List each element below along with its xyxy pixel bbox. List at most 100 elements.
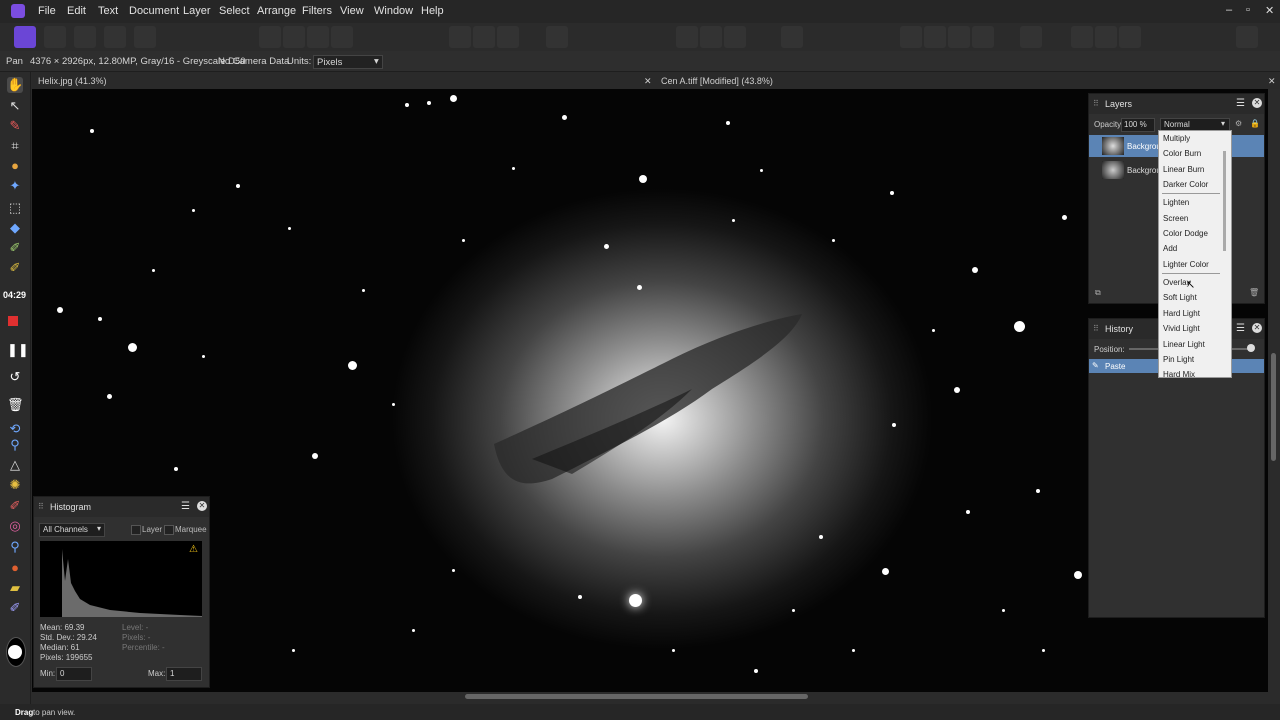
blend-option[interactable]: Lighter Color (1163, 260, 1209, 269)
panel-menu-icon[interactable]: ☰ (181, 501, 190, 512)
clone-tool-icon[interactable]: ◎ (7, 518, 23, 534)
photo-persona-icon[interactable] (14, 26, 36, 48)
fill-tool-icon[interactable]: ◆ (7, 220, 23, 236)
pause-icon[interactable]: ❚❚ (7, 342, 29, 358)
tab-cen-a[interactable]: Cen A.tiff [Modified] (43.8%) (661, 76, 773, 86)
menu-window[interactable]: Window (374, 5, 413, 17)
opacity-field[interactable]: 100 % (1121, 118, 1155, 132)
shape-tool-icon[interactable]: △ (7, 457, 23, 473)
lasso-icon[interactable] (724, 26, 746, 48)
studio-1-icon[interactable] (1071, 26, 1093, 48)
assistant-icon[interactable] (781, 26, 803, 48)
brush-tool-icon[interactable]: ● (7, 158, 23, 174)
delete-layer-icon[interactable]: 🗑 (1249, 288, 1259, 297)
pen-tool-icon[interactable]: ✎ (7, 118, 23, 134)
close-icon[interactable]: ✕ (1252, 98, 1262, 108)
close-icon[interactable]: ✕ (1252, 323, 1262, 333)
arrange-5-icon[interactable] (1020, 26, 1042, 48)
arrange-2-icon[interactable] (924, 26, 946, 48)
blend-option[interactable]: Linear Light (1163, 340, 1205, 349)
vertical-scrollbar[interactable] (1271, 353, 1276, 461)
magnify-tool-icon[interactable]: ⚲ (7, 539, 23, 555)
blend-option[interactable]: Vivid Light (1163, 324, 1200, 333)
lock-icon[interactable]: 🔒 (1250, 119, 1260, 128)
liquify-persona-icon[interactable] (44, 26, 66, 48)
zoom-tool-icon[interactable]: ⚲ (7, 437, 23, 453)
menu-filters[interactable]: Filters (302, 5, 332, 17)
blend-option[interactable]: Soft Light (1163, 293, 1197, 302)
menu-layer[interactable]: Layer (183, 5, 211, 17)
gear-icon[interactable]: ⚙ (1235, 119, 1242, 128)
transform-tool-icon[interactable]: ⟲ (7, 421, 23, 437)
account-icon[interactable] (1236, 26, 1258, 48)
auto-contrast-icon[interactable] (283, 26, 305, 48)
horizontal-scrollbar[interactable] (465, 694, 808, 699)
hand-tool-icon[interactable]: ✋ (7, 77, 23, 93)
paint-brush-icon[interactable]: ✐ (7, 240, 23, 256)
blend-mode-dropdown[interactable]: Multiply Color Burn Linear Burn Darker C… (1158, 130, 1232, 378)
dropdown-scrollbar[interactable] (1223, 151, 1226, 251)
trash-icon[interactable]: 🗑 (7, 397, 24, 413)
mask-icon[interactable] (700, 26, 722, 48)
menu-help[interactable]: Help (421, 5, 444, 17)
blend-option[interactable]: Lighten (1163, 198, 1189, 207)
burn-tool-icon[interactable]: ● (7, 560, 23, 576)
menu-edit[interactable]: Edit (67, 5, 86, 17)
auto-colors-icon[interactable] (307, 26, 329, 48)
sponge-tool-icon[interactable]: ▰ (7, 580, 23, 596)
smudge-tool-icon[interactable]: ✐ (7, 600, 23, 616)
tab-close-icon[interactable]: ✕ (644, 76, 652, 87)
eraser-tool-icon[interactable]: ✐ (7, 498, 23, 514)
crop-tool-icon[interactable]: ⌗ (7, 138, 23, 154)
menu-text[interactable]: Text (98, 5, 118, 17)
menu-file[interactable]: File (38, 5, 56, 17)
blend-option[interactable]: Add (1163, 244, 1177, 253)
stop-record-icon[interactable] (8, 316, 18, 326)
tone-mapping-persona-icon[interactable] (104, 26, 126, 48)
blend-option[interactable]: Pin Light (1163, 355, 1194, 364)
selection-mode-2-icon[interactable] (473, 26, 495, 48)
sun-tool-icon[interactable]: ✺ (7, 477, 23, 493)
minimize-button[interactable]: – (1226, 4, 1232, 16)
export-persona-icon[interactable] (134, 26, 156, 48)
quick-mask-icon[interactable] (546, 26, 568, 48)
blend-option[interactable]: Hard Mix (1163, 370, 1195, 377)
add-layer-icon[interactable]: ⧉ (1095, 288, 1101, 298)
studio-3-icon[interactable] (1119, 26, 1141, 48)
menu-arrange[interactable]: Arrange (257, 5, 296, 17)
blend-option[interactable]: Color Burn (1163, 149, 1201, 158)
auto-white-balance-icon[interactable] (331, 26, 353, 48)
blend-option[interactable]: Hard Light (1163, 309, 1200, 318)
arrange-3-icon[interactable] (948, 26, 970, 48)
menu-document[interactable]: Document (129, 5, 179, 17)
max-field[interactable]: 1 (166, 667, 202, 681)
move-tool-icon[interactable]: ↖ (7, 98, 23, 114)
blend-option[interactable]: Screen (1163, 214, 1188, 223)
rect-marquee-icon[interactable] (676, 26, 698, 48)
blend-option[interactable]: Color Dodge (1163, 229, 1208, 238)
image-canvas[interactable] (32, 89, 1268, 692)
layer-checkbox[interactable] (131, 525, 141, 535)
marquee-checkbox[interactable] (164, 525, 174, 535)
min-field[interactable]: 0 (56, 667, 92, 681)
slider-handle[interactable] (1247, 344, 1255, 352)
auto-levels-icon[interactable] (259, 26, 281, 48)
close-icon[interactable]: ✕ (197, 501, 207, 511)
blend-option[interactable]: Multiply (1163, 134, 1190, 143)
undo-icon[interactable]: ↺ (7, 369, 23, 385)
dodge-tool-icon[interactable]: ✐ (7, 260, 23, 276)
units-select[interactable]: Pixels ▾ (313, 55, 383, 69)
develop-persona-icon[interactable] (74, 26, 96, 48)
close-button[interactable]: ✕ (1265, 4, 1274, 17)
studio-2-icon[interactable] (1095, 26, 1117, 48)
blend-option[interactable]: Linear Burn (1163, 165, 1204, 174)
menu-view[interactable]: View (340, 5, 364, 17)
arrange-1-icon[interactable] (900, 26, 922, 48)
arrange-4-icon[interactable] (972, 26, 994, 48)
selection-mode-1-icon[interactable] (449, 26, 471, 48)
restore-button[interactable]: ▫ (1246, 4, 1250, 16)
tab-helix[interactable]: Helix.jpg (41.3%) (38, 76, 107, 86)
tab-close-icon[interactable]: ✕ (1268, 76, 1276, 87)
menu-select[interactable]: Select (219, 5, 250, 17)
panel-menu-icon[interactable]: ☰ (1236, 98, 1245, 109)
